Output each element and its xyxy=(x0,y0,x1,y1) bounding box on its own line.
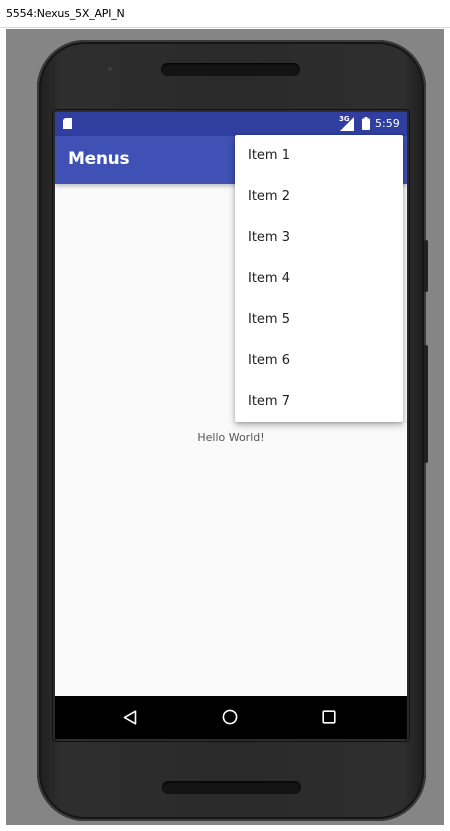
battery-icon xyxy=(362,117,370,130)
top-speaker-grille xyxy=(161,63,300,76)
menu-item-2[interactable]: Item 2 xyxy=(235,176,403,217)
window-title: 5554:Nexus_5X_API_N xyxy=(6,7,125,20)
menu-item-3[interactable]: Item 3 xyxy=(235,217,403,258)
front-camera xyxy=(108,67,112,71)
emulator-title-bar: 5554:Nexus_5X_API_N xyxy=(0,0,450,28)
power-button[interactable] xyxy=(424,240,428,292)
hello-world-text: Hello World! xyxy=(197,431,265,444)
sd-card-icon xyxy=(63,118,72,129)
home-icon[interactable] xyxy=(222,709,238,725)
menu-item-4[interactable]: Item 4 xyxy=(235,258,403,299)
back-icon[interactable] xyxy=(123,710,137,725)
menu-item-7[interactable]: Item 7 xyxy=(235,381,403,422)
navigation-bar xyxy=(55,696,407,739)
overflow-popup-menu: Item 1 Item 2 Item 3 Item 4 Item 5 Item … xyxy=(235,135,403,422)
menu-item-1[interactable]: Item 1 xyxy=(235,135,403,176)
volume-button[interactable] xyxy=(424,345,428,463)
recents-icon[interactable] xyxy=(322,710,336,724)
menu-item-5[interactable]: Item 5 xyxy=(235,299,403,340)
status-bar: 3G 5:59 xyxy=(55,112,407,136)
bottom-speaker-grille xyxy=(162,781,301,794)
device-screen: 3G 5:59 Menus Hello World! Item 1 Item 2… xyxy=(55,112,407,739)
signal-icon xyxy=(340,117,354,131)
app-title: Menus xyxy=(68,149,130,169)
menu-item-6[interactable]: Item 6 xyxy=(235,340,403,381)
status-clock: 5:59 xyxy=(375,117,400,130)
